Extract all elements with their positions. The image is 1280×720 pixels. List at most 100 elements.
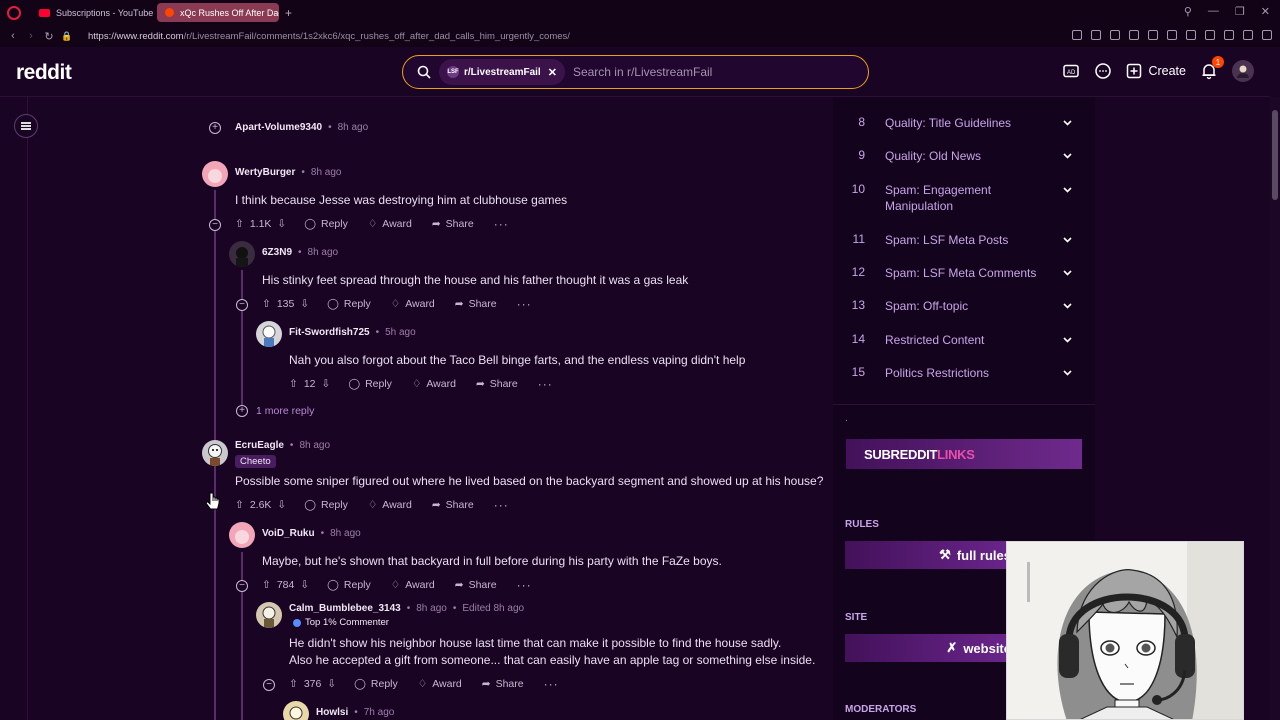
share-button[interactable]: ➦ Share xyxy=(432,218,474,230)
expand-replies-icon[interactable]: + xyxy=(236,405,248,417)
chevron-down-icon[interactable] xyxy=(1062,367,1073,378)
avatar[interactable] xyxy=(283,701,309,720)
reply-button[interactable]: ◯ Reply xyxy=(354,678,398,690)
rule-item[interactable]: 14 Restricted Content xyxy=(833,332,1095,348)
expand-nav-button[interactable] xyxy=(14,114,38,138)
extension-a-icon[interactable] xyxy=(1167,30,1177,40)
avatar[interactable] xyxy=(229,522,255,548)
chevron-down-icon[interactable] xyxy=(1062,117,1073,128)
upvote-icon[interactable]: ⇧ xyxy=(289,678,298,690)
collapse-comment-icon[interactable]: − xyxy=(236,580,248,592)
advertise-icon[interactable]: AD xyxy=(1062,62,1080,80)
downvote-icon[interactable]: ⇩ xyxy=(277,499,286,511)
search-input[interactable]: Search in r/LivestreamFail xyxy=(573,65,712,79)
chevron-down-icon[interactable] xyxy=(1062,184,1073,195)
comment-time[interactable]: 8h ago xyxy=(299,440,330,451)
subreddit-search-chip[interactable]: LSF r/LivestreamFail ✕ xyxy=(439,59,565,85)
create-button[interactable]: Create xyxy=(1126,63,1186,79)
more-options-icon[interactable]: ··· xyxy=(517,297,532,311)
reply-button[interactable]: ◯ Reply xyxy=(327,579,371,591)
more-options-icon[interactable]: ··· xyxy=(544,677,559,691)
share-button[interactable]: ➦ Share xyxy=(455,298,497,310)
more-options-icon[interactable]: ··· xyxy=(517,578,532,592)
restore-icon[interactable]: ❐ xyxy=(1235,5,1245,18)
tab-youtube[interactable]: Subscriptions - YouTube xyxy=(31,3,153,22)
new-tab-icon[interactable]: + xyxy=(285,6,292,20)
chevron-down-icon[interactable] xyxy=(1062,267,1073,278)
comment-time[interactable]: 8h ago xyxy=(308,247,339,258)
avatar[interactable] xyxy=(202,440,228,466)
comment-author[interactable]: VoiD_Ruku xyxy=(262,528,315,539)
comment-author[interactable]: EcruEagle xyxy=(235,440,284,451)
more-options-icon[interactable]: ··· xyxy=(494,498,509,512)
search-bar[interactable]: LSF r/LivestreamFail ✕ Search in r/Lives… xyxy=(402,55,869,89)
menu-icon[interactable] xyxy=(1262,30,1272,40)
tab-reddit-thread[interactable]: xQc Rushes Off After Dad xyxy=(157,3,279,22)
more-options-icon[interactable]: ··· xyxy=(494,217,509,231)
chevron-down-icon[interactable] xyxy=(1062,334,1073,345)
comment-author[interactable]: Calm_Bumblebee_3143 xyxy=(289,603,401,614)
reply-button[interactable]: ◯ Reply xyxy=(304,218,348,230)
avatar[interactable] xyxy=(256,602,282,628)
upvote-icon[interactable]: ⇧ xyxy=(235,499,244,511)
rule-item[interactable]: 11 Spam: LSF Meta Posts xyxy=(833,232,1095,248)
comment-author[interactable]: Fit-Swordfish725 xyxy=(289,327,370,338)
award-button[interactable]: ♢ Award xyxy=(391,298,435,310)
share-button[interactable]: ➦ Share xyxy=(455,579,497,591)
comment-time[interactable]: 8h ago xyxy=(330,528,361,539)
award-button[interactable]: ♢ Award xyxy=(412,378,456,390)
snapshot-icon[interactable] xyxy=(1091,30,1101,40)
award-button[interactable]: ♢ Award xyxy=(418,678,462,690)
extension-b-icon[interactable] xyxy=(1186,30,1196,40)
expand-comment-icon[interactable]: + xyxy=(209,122,221,134)
search-tabs-icon[interactable]: ⚲ xyxy=(1184,5,1192,18)
chevron-down-icon[interactable] xyxy=(1062,150,1073,161)
rule-item[interactable]: 12 Spam: LSF Meta Comments xyxy=(833,265,1095,281)
chat-icon[interactable] xyxy=(1094,62,1112,80)
comment-author[interactable]: Howlsi xyxy=(316,707,348,718)
close-window-icon[interactable]: ✕ xyxy=(1261,5,1270,18)
collapse-comment-icon[interactable]: − xyxy=(236,299,248,311)
rule-item[interactable]: 10 Spam: Engagement Manipulation xyxy=(833,182,1095,214)
rule-item[interactable]: 13 Spam: Off-topic xyxy=(833,298,1095,314)
avatar[interactable] xyxy=(229,241,255,267)
reload-icon[interactable]: ↻ xyxy=(40,30,58,43)
back-icon[interactable]: ‹ xyxy=(4,30,22,42)
more-options-icon[interactable]: ··· xyxy=(538,377,553,391)
comment-author[interactable]: Apart-Volume9340 xyxy=(235,122,322,133)
more-replies-link[interactable]: 1 more reply xyxy=(256,405,314,417)
reply-button[interactable]: ◯ Reply xyxy=(327,298,371,310)
reply-button[interactable]: ◯ Reply xyxy=(348,378,392,390)
avatar[interactable] xyxy=(202,161,228,187)
downvote-icon[interactable]: ⇩ xyxy=(277,218,286,230)
downvote-icon[interactable]: ⇩ xyxy=(327,678,336,690)
shield-icon[interactable] xyxy=(1110,30,1120,40)
downvote-icon[interactable]: ⇩ xyxy=(300,298,309,310)
downvote-icon[interactable]: ⇩ xyxy=(300,579,309,591)
chevron-down-icon[interactable] xyxy=(1062,300,1073,311)
award-button[interactable]: ♢ Award xyxy=(368,218,412,230)
comment-author[interactable]: WertyBurger xyxy=(235,167,295,178)
opera-logo-icon[interactable] xyxy=(7,5,21,20)
notifications-button[interactable]: 1 xyxy=(1200,56,1224,80)
upvote-icon[interactable]: ⇧ xyxy=(289,378,298,390)
scrollbar-thumb[interactable] xyxy=(1272,110,1278,200)
share-button[interactable]: ➦ Share xyxy=(432,499,474,511)
collapse-comment-icon[interactable]: − xyxy=(209,219,221,231)
upvote-icon[interactable]: ⇧ xyxy=(262,579,271,591)
reply-button[interactable]: ◯ Reply xyxy=(304,499,348,511)
collapse-comment-icon[interactable]: − xyxy=(263,679,275,691)
user-avatar[interactable] xyxy=(1232,60,1254,82)
forward-icon[interactable]: › xyxy=(22,30,40,42)
chevron-down-icon[interactable] xyxy=(1062,234,1073,245)
award-button[interactable]: ♢ Award xyxy=(391,579,435,591)
comment-time[interactable]: 8h ago xyxy=(311,167,342,178)
minimize-icon[interactable]: — xyxy=(1208,5,1219,18)
upvote-icon[interactable]: ⇧ xyxy=(235,218,244,230)
award-button[interactable]: ♢ Award xyxy=(368,499,412,511)
comment-time[interactable]: 7h ago xyxy=(364,707,395,718)
rule-item[interactable]: 9 Quality: Old News xyxy=(833,148,1095,164)
comment-time[interactable]: 8h ago xyxy=(338,122,369,133)
reddit-logo[interactable]: reddit xyxy=(16,61,72,85)
extension-c-icon[interactable] xyxy=(1205,30,1215,40)
